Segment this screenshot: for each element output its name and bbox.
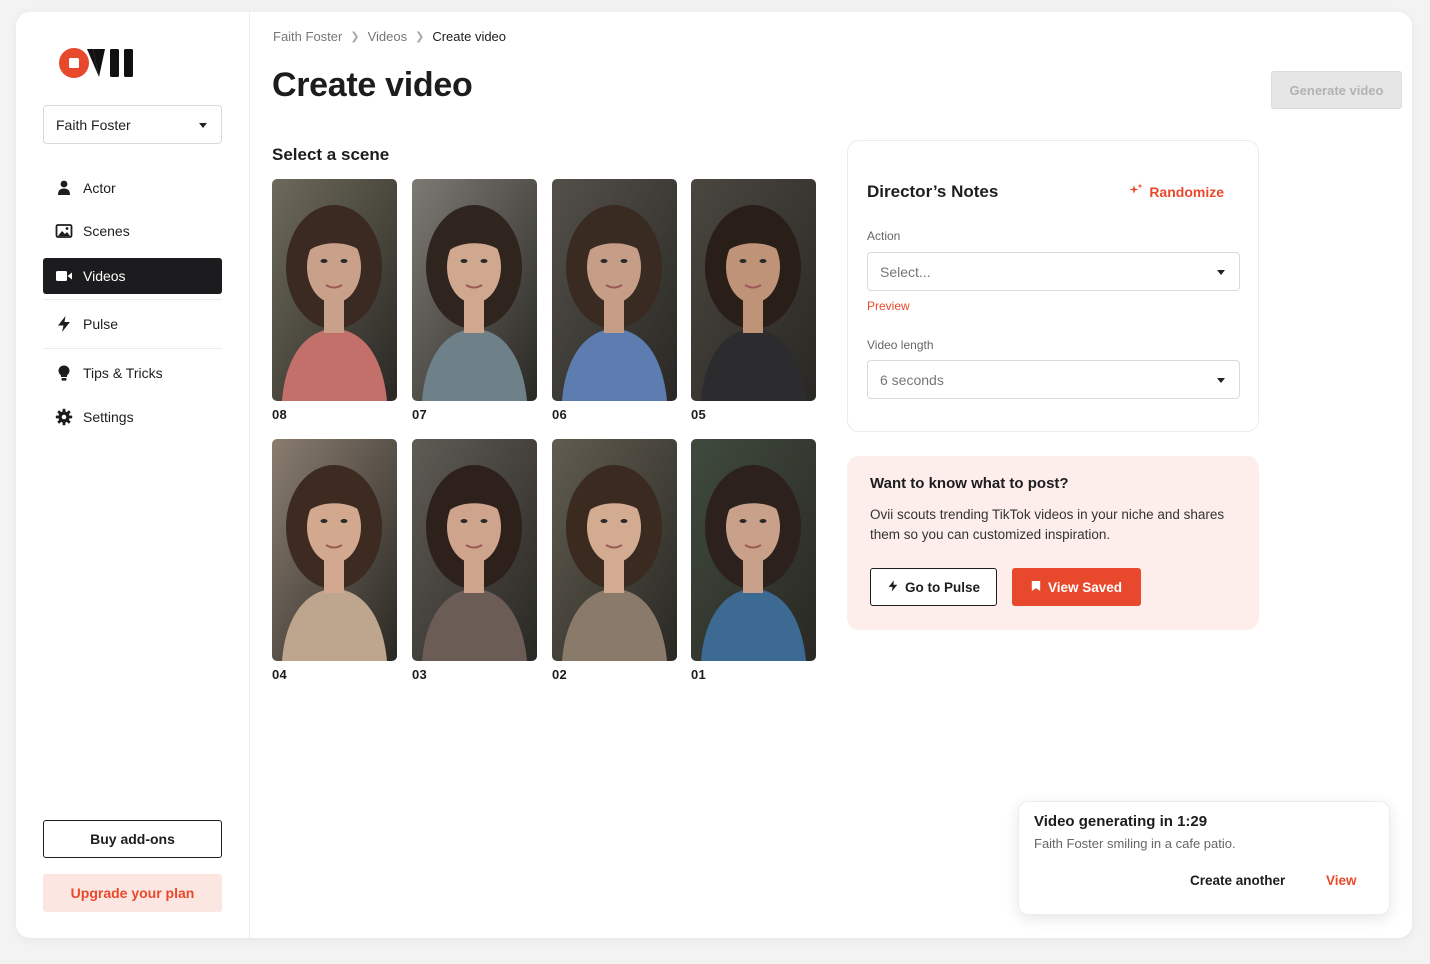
scene-card[interactable]: 02 — [552, 439, 677, 682]
image-icon — [55, 222, 73, 240]
sidebar-item-label: Tips & Tricks — [83, 365, 163, 381]
select-scene-heading: Select a scene — [272, 145, 390, 164]
generate-video-button[interactable]: Generate video — [1271, 71, 1402, 109]
app-window: Faith Foster Actor Scenes Videos Pulse T… — [16, 12, 1412, 938]
breadcrumb: Faith Foster ❯ Videos ❯ Create video — [273, 29, 506, 44]
scene-card[interactable]: 08 — [272, 179, 397, 422]
sidebar-item-label: Pulse — [83, 316, 119, 332]
video-length-label: Video length — [867, 338, 934, 352]
scene-label: 05 — [691, 407, 707, 422]
scene-thumbnail — [552, 439, 677, 661]
scene-card[interactable]: 07 — [412, 179, 537, 422]
go-to-pulse-label: Go to Pulse — [904, 579, 980, 595]
lightning-icon — [55, 315, 73, 333]
video-generating-toast: Video generating in 1:29 Faith Foster sm… — [1018, 801, 1390, 915]
scene-label: 03 — [412, 667, 428, 682]
sidebar-item-tips[interactable]: Tips & Tricks — [43, 355, 222, 391]
bookmark-icon — [1031, 580, 1041, 595]
scene-thumbnail — [272, 439, 397, 661]
view-saved-label: View Saved — [1047, 579, 1123, 595]
sidebar-item-videos[interactable]: Videos — [43, 258, 222, 294]
scene-thumbnail — [691, 179, 816, 401]
scene-label: 06 — [552, 407, 568, 422]
breadcrumb-item-actor[interactable]: Faith Foster — [273, 29, 342, 44]
preview-link[interactable]: Preview — [867, 299, 910, 313]
caret-down-icon — [1217, 378, 1225, 383]
go-to-pulse-button[interactable]: Go to Pulse — [870, 568, 997, 606]
scene-card[interactable]: 05 — [691, 179, 816, 422]
scene-thumbnail — [552, 179, 677, 401]
inspiration-card: Want to know what to post? Ovii scouts t… — [847, 456, 1259, 630]
view-button[interactable]: View — [1326, 873, 1357, 888]
chevron-right-icon: ❯ — [415, 31, 425, 43]
scene-card[interactable]: 03 — [412, 439, 537, 682]
directors-notes-panel: Director’s Notes Randomize Action Select… — [847, 140, 1259, 432]
action-label: Action — [867, 229, 901, 243]
randomize-label: Randomize — [1149, 183, 1224, 200]
account-select[interactable]: Faith Foster — [43, 105, 222, 144]
video-camera-icon — [55, 267, 73, 285]
nav-divider — [43, 348, 222, 349]
scene-card[interactable]: 04 — [272, 439, 397, 682]
person-icon — [55, 179, 73, 197]
toast-subtitle: Faith Foster smiling in a cafe patio. — [1034, 836, 1236, 851]
nav-divider — [43, 299, 222, 300]
create-another-button[interactable]: Create another — [1190, 873, 1285, 888]
sidebar-item-label: Actor — [83, 180, 116, 196]
sidebar-item-actor[interactable]: Actor — [43, 170, 222, 206]
sidebar: Faith Foster Actor Scenes Videos Pulse T… — [16, 12, 250, 938]
sparkle-icon — [1129, 183, 1143, 200]
inspiration-title: Want to know what to post? — [870, 475, 1069, 492]
breadcrumb-item-videos[interactable]: Videos — [368, 29, 408, 44]
breadcrumb-item-current: Create video — [432, 29, 507, 44]
sidebar-item-label: Videos — [83, 268, 126, 284]
page-title: Create video — [272, 66, 473, 104]
inspiration-text: Ovii scouts trending TikTok videos in yo… — [870, 507, 1225, 542]
scene-card[interactable]: 06 — [552, 179, 677, 422]
video-length-select[interactable]: 6 seconds — [867, 360, 1240, 399]
buy-addons-button[interactable]: Buy add-ons — [43, 820, 222, 858]
account-select-value: Faith Foster — [56, 116, 131, 133]
scene-thumbnail — [412, 439, 537, 661]
action-select[interactable]: Select... — [867, 252, 1240, 291]
directors-notes-title: Director’s Notes — [867, 182, 999, 201]
video-length-value: 6 seconds — [880, 371, 944, 388]
ovii-logo[interactable] — [58, 46, 150, 80]
scene-thumbnail — [272, 179, 397, 401]
scene-label: 04 — [272, 667, 288, 682]
caret-down-icon — [1217, 270, 1225, 275]
lightning-icon — [887, 579, 899, 595]
scene-label: 02 — [552, 667, 568, 682]
action-select-value: Select... — [880, 263, 931, 280]
scene-thumbnail — [412, 179, 537, 401]
sidebar-item-label: Settings — [83, 409, 134, 425]
randomize-button[interactable]: Randomize — [1129, 183, 1224, 200]
upgrade-plan-button[interactable]: Upgrade your plan — [43, 874, 222, 912]
lightbulb-icon — [55, 364, 73, 382]
sidebar-item-scenes[interactable]: Scenes — [43, 213, 222, 249]
caret-down-icon — [199, 123, 207, 128]
sidebar-item-pulse[interactable]: Pulse — [43, 306, 222, 342]
scene-label: 07 — [412, 407, 428, 422]
scene-card[interactable]: 01 — [691, 439, 816, 682]
sidebar-item-settings[interactable]: Settings — [43, 399, 222, 435]
scene-label: 08 — [272, 407, 288, 422]
scene-thumbnail — [691, 439, 816, 661]
sidebar-item-label: Scenes — [83, 223, 130, 239]
view-saved-button[interactable]: View Saved — [1012, 568, 1141, 606]
chevron-right-icon: ❯ — [350, 31, 360, 43]
gear-icon — [55, 408, 73, 426]
toast-title: Video generating in 1:29 — [1034, 813, 1208, 830]
scene-label: 01 — [691, 667, 707, 682]
